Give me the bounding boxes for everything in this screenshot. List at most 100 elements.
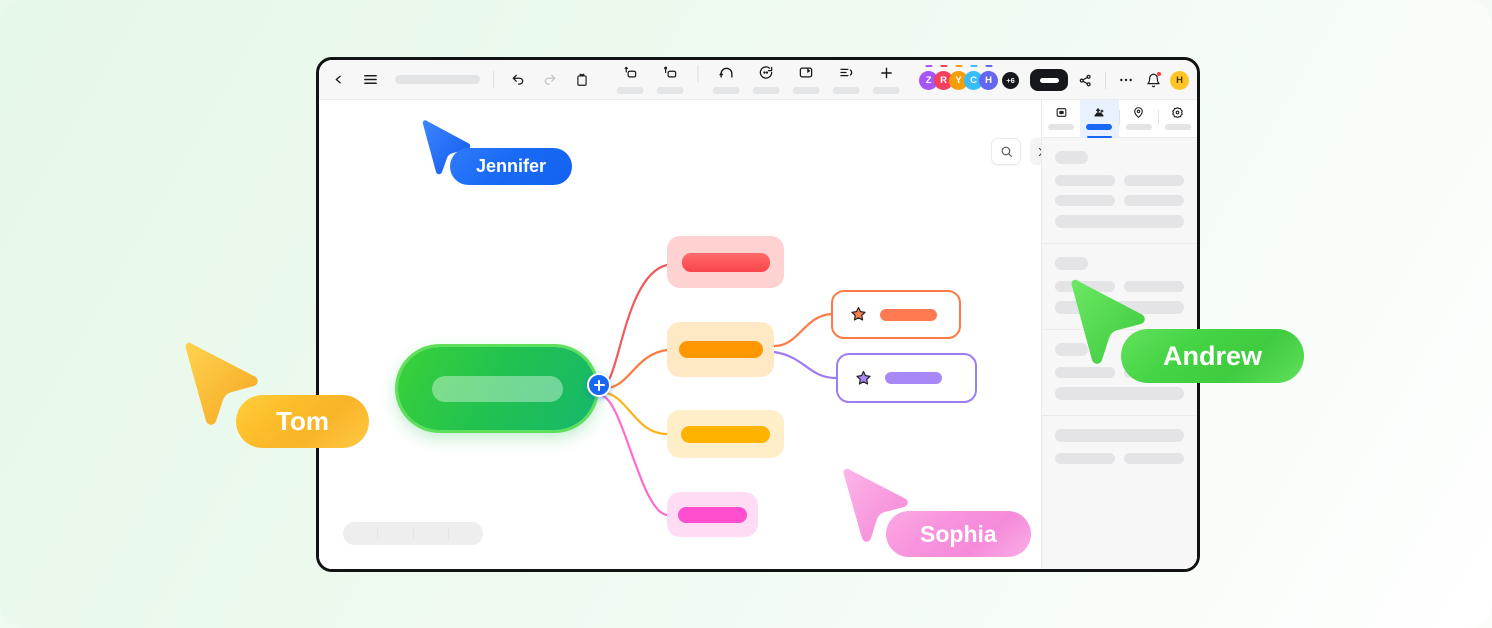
account-avatar[interactable]: H [1170,70,1189,90]
avatar-tick [970,64,977,67]
avatar-tick [955,64,962,67]
gear-icon [1171,105,1184,120]
root-node-text-placeholder [431,375,563,402]
tab-label-placeholder [1086,124,1113,130]
field-placeholder-wide[interactable] [1055,429,1184,442]
tab-ai[interactable] [1080,100,1119,138]
toolbar-segment[interactable] [343,528,379,539]
section-tag-placeholder [1055,257,1088,270]
toolbar-center-tools [615,63,902,94]
arc-arrow-icon [718,63,734,82]
cursor-label: Tom [236,395,369,448]
comment-button[interactable] [751,63,782,94]
cursor-label: Andrew [1121,329,1305,383]
avatar-tick [940,64,947,67]
field-placeholder[interactable] [1124,175,1184,186]
avatar-overflow-count[interactable]: +6 [1002,71,1019,89]
menu-icon[interactable] [359,69,381,91]
undo-icon[interactable] [507,69,529,91]
add-sibling-icon [623,63,638,82]
node-text-placeholder [678,341,763,358]
root-node[interactable] [398,347,596,430]
panel-tab-bar [1042,100,1197,138]
avatar-initial: Y [955,74,962,86]
leaf-node-orange[interactable] [831,290,961,339]
pin-icon [1132,105,1145,120]
toolbar-right-group: Z R Y C H +6 H [919,60,1189,100]
panel-row [1055,453,1184,464]
relationship-button[interactable] [711,63,742,94]
tool-label-placeholder [616,87,644,94]
child-node-pink[interactable] [667,492,758,537]
field-placeholder[interactable] [1124,195,1184,206]
canvas-bottom-toolbar[interactable] [343,522,483,545]
child-node-amber[interactable] [667,410,784,458]
frame-icon [1055,105,1068,120]
document-title-placeholder[interactable] [395,75,480,84]
cursor-label: Jennifer [450,148,573,185]
tab-location[interactable] [1120,100,1158,138]
toolbar-segment[interactable] [414,528,449,539]
tool-label-placeholder [872,87,900,94]
child-node-orange[interactable] [667,322,774,377]
section-tag-placeholder [1055,151,1088,164]
sparkle-icon [1092,105,1106,120]
add-node-button[interactable] [587,373,611,397]
avatar-tick [985,64,992,67]
redo-icon[interactable] [539,69,561,91]
collaborator-avatar-stack[interactable]: Z R Y C H +6 [919,64,1019,92]
tool-label-placeholder [656,87,684,94]
tool-label-placeholder [832,87,860,94]
node-text-placeholder [885,372,942,384]
page-background: Z R Y C H +6 H Jennifer Tom Andrew Sophi… [0,0,1492,628]
field-placeholder-wide[interactable] [1055,387,1184,400]
clipboard-icon[interactable] [571,69,593,91]
insert-button[interactable] [871,63,902,94]
avatar-initial: C [970,74,977,86]
add-child-icon [663,63,678,82]
field-placeholder[interactable] [1055,453,1115,464]
share-network-icon[interactable] [1075,70,1095,90]
avatar[interactable]: H [979,64,998,90]
tool-label-placeholder [792,87,820,94]
back-icon[interactable] [327,69,349,91]
avatar-initial: Z [925,74,932,86]
comment-icon [759,63,774,82]
tab-label-placeholder [1048,124,1075,130]
tab-label-placeholder [1125,124,1152,130]
search-icon [1001,146,1012,157]
field-placeholder-wide[interactable] [1055,215,1184,228]
sticker-icon [799,63,814,82]
toolbar-divider [493,71,494,88]
toolbar-segment[interactable] [449,528,483,539]
top-toolbar: Z R Y C H +6 H [319,60,1197,100]
avatar-tick [925,64,932,67]
star-icon [856,370,871,385]
share-button[interactable] [1030,69,1068,91]
leaf-node-purple[interactable] [836,353,977,403]
field-placeholder[interactable] [1124,453,1184,464]
more-options-icon[interactable] [1116,70,1136,90]
child-node-red[interactable] [667,236,784,288]
outline-icon [839,63,854,82]
field-placeholder[interactable] [1055,175,1115,186]
tool-label-placeholder [712,87,740,94]
add-child-node-button[interactable] [655,63,686,94]
tab-frame[interactable] [1042,100,1080,138]
plus-icon [878,63,894,82]
sticker-button[interactable] [791,63,822,94]
field-placeholder[interactable] [1055,195,1115,206]
toolbar-divider [697,65,699,82]
notifications-bell-icon[interactable] [1143,70,1163,90]
star-icon [851,306,866,321]
node-text-placeholder [678,506,747,523]
node-text-placeholder [880,308,937,321]
outline-button[interactable] [831,63,862,94]
tab-settings[interactable] [1159,100,1197,138]
avatar-initial: R [940,74,947,86]
tab-label-placeholder [1164,124,1191,130]
add-sibling-node-button[interactable] [615,63,646,94]
toolbar-segment[interactable] [378,528,414,539]
share-button-label-placeholder [1039,77,1059,83]
canvas-search-button[interactable] [991,138,1021,165]
